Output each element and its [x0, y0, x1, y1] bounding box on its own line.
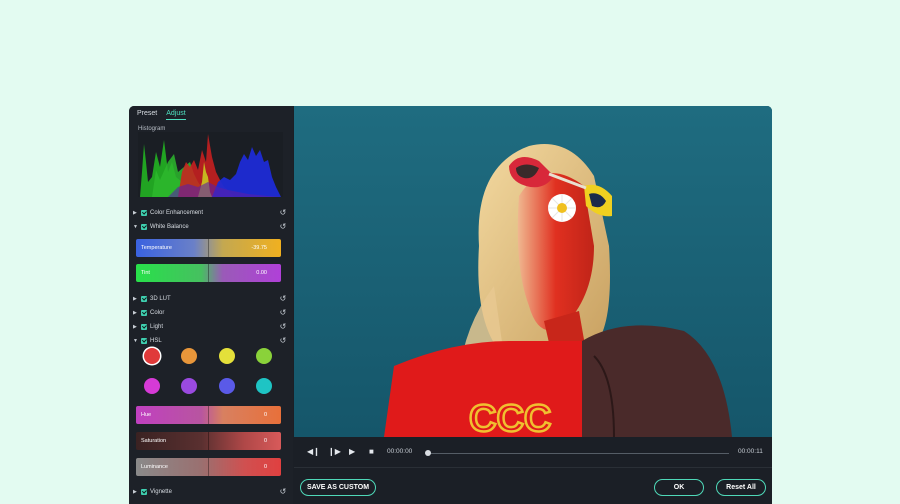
- tab-adjust[interactable]: Adjust: [166, 110, 186, 120]
- reset-all-button[interactable]: Reset All: [716, 479, 766, 496]
- luminance-value: 0: [263, 464, 267, 470]
- current-time: 00:00:00: [387, 448, 413, 455]
- tint-slider[interactable]: Tint 0.00: [136, 264, 281, 282]
- slider-center-mark: [208, 264, 209, 282]
- playback-bar: ◀❙ ❙▶ ▶ ■ 00:00:00 00:00:11: [294, 437, 772, 467]
- expand-arrow-icon[interactable]: ▶: [133, 210, 141, 216]
- slider-center-mark: [208, 432, 209, 450]
- hue-value: 0: [263, 412, 267, 418]
- saturation-slider[interactable]: Saturation 0: [136, 432, 281, 450]
- color-adjust-window: Preset Adjust Histogram ▶ Color Enhancem…: [129, 106, 772, 504]
- saturation-value: 0: [263, 438, 267, 444]
- vignette-checkbox[interactable]: [141, 489, 147, 495]
- color-checkbox[interactable]: [141, 310, 147, 316]
- timeline-track[interactable]: [427, 453, 729, 454]
- hsl-checkbox[interactable]: [141, 338, 147, 344]
- hsl-swatch[interactable]: [219, 378, 235, 394]
- hsl-swatch[interactable]: [219, 348, 235, 364]
- action-bar: SAVE AS CUSTOM OK Reset All: [294, 467, 772, 504]
- section-light[interactable]: ▶ Light ↺: [133, 322, 287, 332]
- tint-value: 0.00: [256, 270, 267, 276]
- step-back-icon[interactable]: ◀❙: [307, 447, 320, 456]
- timeline-playhead[interactable]: [425, 450, 431, 456]
- hsl-label: HSL: [150, 338, 162, 344]
- section-3d-lut[interactable]: ▶ 3D LUT ↺: [133, 294, 287, 304]
- luminance-slider[interactable]: Luminance 0: [136, 458, 281, 476]
- reset-icon[interactable]: ↺: [279, 488, 287, 496]
- stop-icon[interactable]: ■: [369, 447, 374, 456]
- section-color[interactable]: ▶ Color ↺: [133, 308, 287, 318]
- total-time: 00:00:11: [738, 448, 763, 455]
- reset-icon[interactable]: ↺: [279, 323, 287, 331]
- hue-slider[interactable]: Hue 0: [136, 406, 281, 424]
- light-checkbox[interactable]: [141, 324, 147, 330]
- reset-icon[interactable]: ↺: [279, 223, 287, 231]
- collapse-arrow-icon[interactable]: ▼: [133, 338, 141, 344]
- panel-tabs: Preset Adjust: [137, 110, 186, 120]
- reset-icon[interactable]: ↺: [279, 309, 287, 317]
- hsl-swatch[interactable]: [181, 348, 197, 364]
- light-label: Light: [150, 324, 164, 330]
- preview-image: CCC: [294, 106, 772, 437]
- histogram-graph: [138, 132, 283, 197]
- slider-center-mark: [208, 458, 209, 476]
- expand-arrow-icon[interactable]: ▶: [133, 489, 141, 495]
- save-as-custom-button[interactable]: SAVE AS CUSTOM: [300, 479, 376, 496]
- luminance-label: Luminance: [141, 464, 168, 470]
- hue-label: Hue: [141, 412, 152, 418]
- hsl-swatch[interactable]: [181, 378, 197, 394]
- step-forward-icon[interactable]: ❙▶: [328, 447, 341, 456]
- hsl-swatch[interactable]: [256, 348, 272, 364]
- expand-arrow-icon[interactable]: ▶: [133, 296, 141, 302]
- adjust-panel: Preset Adjust Histogram ▶ Color Enhancem…: [129, 106, 293, 504]
- slider-center-mark: [208, 406, 209, 424]
- hsl-swatch[interactable]: [144, 348, 160, 364]
- section-white-balance[interactable]: ▼ White Balance ↺: [133, 222, 287, 232]
- reset-icon[interactable]: ↺: [279, 337, 287, 345]
- color-enhancement-checkbox[interactable]: [141, 210, 147, 216]
- tint-label: Tint: [141, 270, 150, 276]
- hsl-swatch[interactable]: [256, 378, 272, 394]
- white-balance-label: White Balance: [150, 224, 189, 230]
- tab-preset[interactable]: Preset: [137, 110, 157, 120]
- collapse-arrow-icon[interactable]: ▼: [133, 224, 141, 230]
- expand-arrow-icon[interactable]: ▶: [133, 310, 141, 316]
- expand-arrow-icon[interactable]: ▶: [133, 324, 141, 330]
- temperature-value: -39.75: [251, 245, 267, 251]
- color-label: Color: [150, 310, 165, 316]
- section-hsl[interactable]: ▼ HSL ↺: [133, 336, 287, 346]
- section-color-enhancement[interactable]: ▶ Color Enhancement ↺: [133, 208, 287, 218]
- saturation-label: Saturation: [141, 438, 167, 444]
- play-icon[interactable]: ▶: [349, 447, 355, 456]
- vignette-label: Vignette: [150, 489, 172, 495]
- 3d-lut-checkbox[interactable]: [141, 296, 147, 302]
- ok-button[interactable]: OK: [654, 479, 704, 496]
- slider-center-mark: [208, 239, 209, 257]
- section-vignette[interactable]: ▶ Vignette ↺: [133, 487, 287, 497]
- reset-icon[interactable]: ↺: [279, 209, 287, 217]
- 3d-lut-label: 3D LUT: [150, 296, 171, 302]
- color-enhancement-label: Color Enhancement: [150, 210, 204, 216]
- reset-icon[interactable]: ↺: [279, 295, 287, 303]
- svg-text:CCC: CCC: [469, 398, 551, 437]
- hsl-swatch[interactable]: [144, 378, 160, 394]
- video-preview: CCC: [294, 106, 772, 437]
- temperature-slider[interactable]: Temperature -39.75: [136, 239, 281, 257]
- temperature-label: Temperature: [141, 245, 172, 251]
- white-balance-checkbox[interactable]: [141, 224, 147, 230]
